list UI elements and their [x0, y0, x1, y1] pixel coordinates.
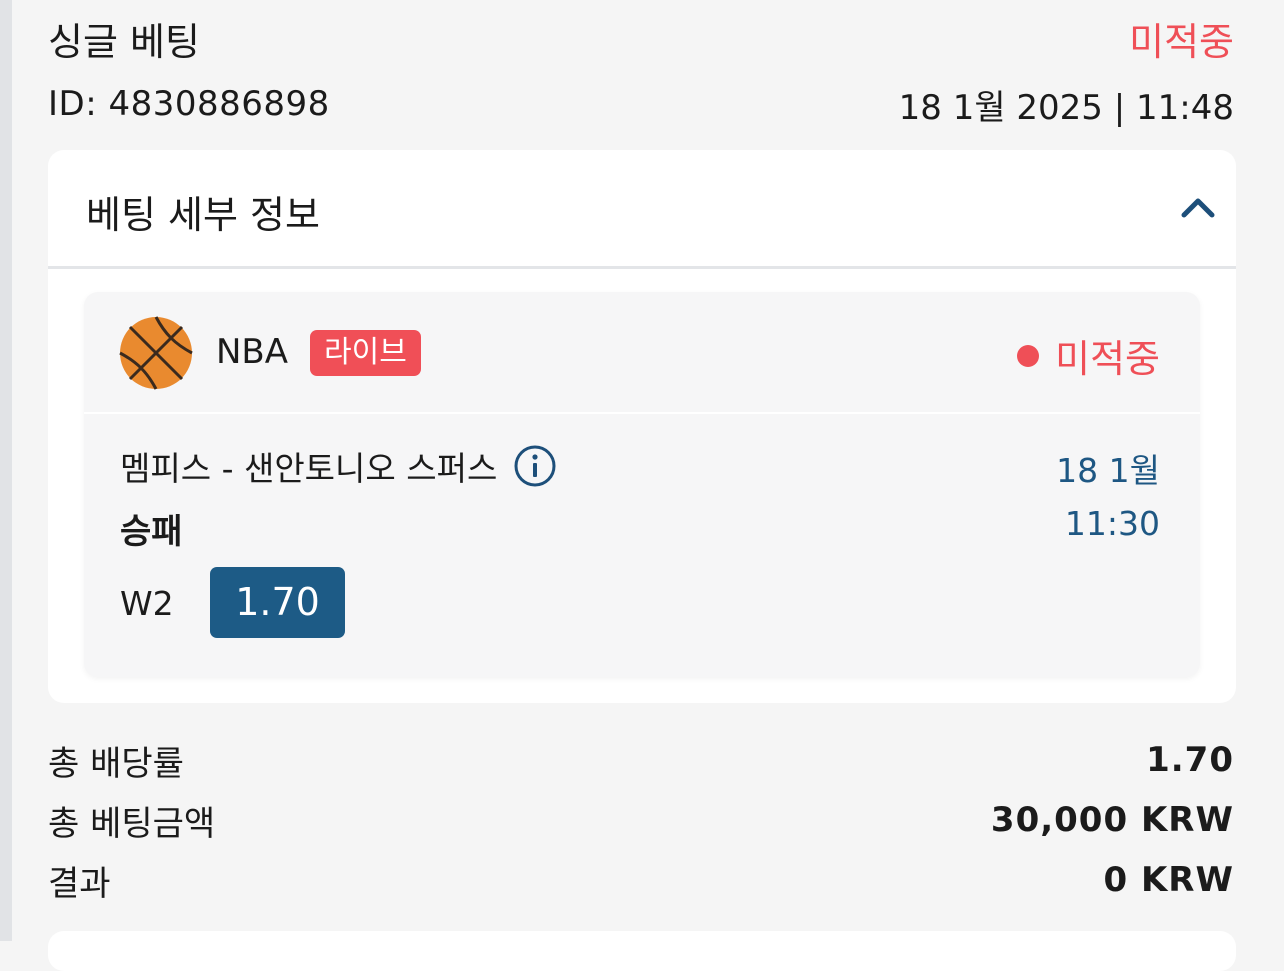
outcome-label: W2 — [120, 584, 174, 623]
league-name: NBA — [216, 332, 289, 372]
event-time: 11:30 — [1064, 504, 1160, 543]
event-status-label: 미적중 — [1055, 337, 1160, 381]
odds-button[interactable]: 1.70 — [210, 567, 345, 638]
bet-status-label: 미적중 — [1129, 19, 1234, 64]
result-value: 0 KRW — [1103, 860, 1234, 900]
market-name: 승패 — [120, 512, 183, 552]
bet-id: ID: 4830886898 — [48, 84, 330, 124]
event-card: NBA 라이브 미적중 멤피스 - 샌안토니오 스퍼스 18 1월 승패 11:… — [84, 292, 1200, 677]
total-odds-label: 총 배당률 — [48, 743, 184, 784]
event-date: 18 1월 — [1056, 451, 1160, 490]
total-odds-value: 1.70 — [1146, 740, 1234, 780]
total-odds-row: 총 배당률 1.70 — [48, 735, 1234, 785]
match-name: 멤피스 - 샌안토니오 스퍼스 — [120, 449, 498, 488]
total-stake-label: 총 베팅금액 — [48, 803, 216, 844]
bet-type-title: 싱글 베팅 — [48, 19, 200, 64]
left-edge-strip — [0, 0, 12, 941]
total-stake-row: 총 베팅금액 30,000 KRW — [48, 795, 1234, 845]
bet-details-header[interactable]: 베팅 세부 정보 — [48, 150, 1236, 269]
live-badge: 라이브 — [310, 330, 421, 376]
bet-datetime: 18 1월 2025 | 11:48 — [898, 87, 1234, 128]
match-row: 멤피스 - 샌안토니오 스퍼스 — [120, 442, 557, 490]
bet-meta: ID: 4830886898 18 1월 2025 | 11:48 — [48, 80, 1234, 128]
result-row: 결과 0 KRW — [48, 855, 1234, 905]
next-card-edge — [48, 931, 1236, 971]
basketball-icon — [119, 316, 193, 390]
status-dot-icon — [1017, 344, 1040, 367]
bet-details-card: 베팅 세부 정보 NBA 라이브 미적중 멤피스 - 샌안토니오 스퍼스 18 … — [48, 150, 1236, 703]
bet-details-title: 베팅 세부 정보 — [86, 193, 320, 237]
info-icon[interactable] — [513, 444, 557, 488]
event-header: NBA 라이브 미적중 — [84, 292, 1200, 414]
event-status: 미적중 — [1017, 328, 1160, 383]
total-stake-value: 30,000 KRW — [990, 800, 1234, 840]
bet-header: 싱글 베팅 미적중 — [48, 12, 1234, 64]
chevron-up-icon[interactable] — [1178, 188, 1218, 228]
result-label: 결과 — [48, 863, 111, 904]
